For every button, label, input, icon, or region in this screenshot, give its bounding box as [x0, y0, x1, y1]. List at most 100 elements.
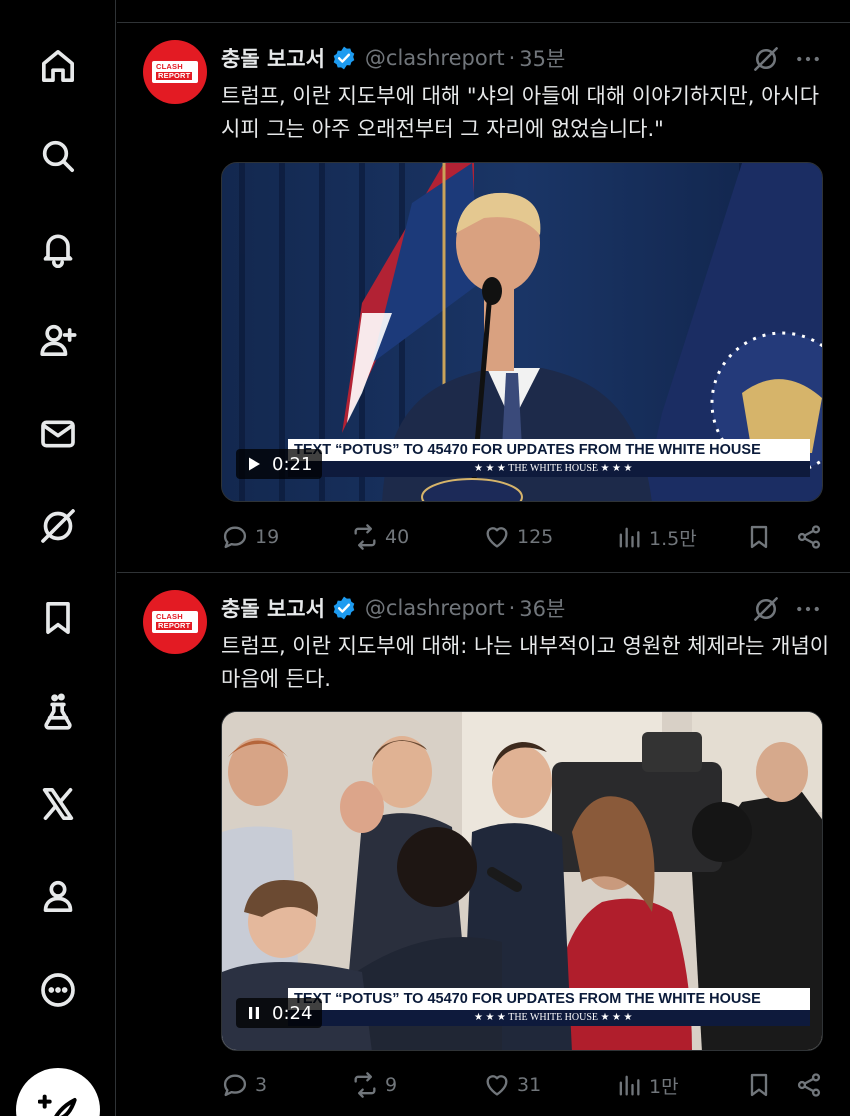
author-name[interactable]: 충돌 보고서	[221, 43, 325, 73]
more-options-button[interactable]	[793, 44, 823, 74]
repost-button[interactable]: 9	[351, 1070, 397, 1100]
like-button[interactable]: 125	[483, 522, 553, 552]
search-icon	[42, 140, 74, 173]
grok-icon	[754, 597, 778, 621]
video-controls[interactable]: 0:21	[236, 449, 323, 479]
views-button[interactable]: 1만	[615, 1070, 679, 1100]
tweet-header: 충돌 보고서 @clashreport · 36분	[221, 592, 565, 624]
bookmark-icon	[750, 525, 768, 549]
video-timestamp: 0:24	[272, 1002, 313, 1024]
nav-grok[interactable]	[34, 502, 82, 550]
views-chart-icon	[619, 527, 640, 548]
grok-button[interactable]	[751, 594, 781, 624]
tweet-actions: 19 40 125 1.5만	[221, 522, 827, 552]
video-lower-third: TEXT “POTUS” TO 45470 FOR UPDATES FROM T…	[288, 988, 810, 1026]
clash-report-logo: CLASH REPORT	[152, 61, 198, 83]
views-count: 1만	[649, 1075, 679, 1098]
video-timestamp: 0:21	[272, 453, 313, 475]
like-button[interactable]: 31	[483, 1070, 541, 1100]
ellipsis-icon	[797, 56, 819, 62]
tweet[interactable]: CLASH REPORT 충돌 보고서 @clashreport · 35분 트…	[117, 22, 850, 572]
like-count: 125	[517, 526, 554, 548]
video-lower-third: TEXT “POTUS” TO 45470 FOR UPDATES FROM T…	[288, 439, 810, 477]
like-count: 31	[517, 1074, 542, 1096]
bookmark-button[interactable]	[745, 1070, 773, 1100]
more-circle-icon	[41, 973, 75, 1007]
nav-messages[interactable]	[34, 410, 82, 458]
views-button[interactable]: 1.5만	[615, 522, 697, 552]
author-name[interactable]: 충돌 보고서	[221, 593, 325, 623]
nav-premium[interactable]	[34, 780, 82, 828]
nav-follow[interactable]	[34, 316, 82, 364]
video-player[interactable]: TEXT “POTUS” TO 45470 FOR UPDATES FROM T…	[221, 162, 823, 502]
grok-icon	[754, 47, 778, 71]
reply-count: 3	[255, 1074, 268, 1096]
share-button[interactable]	[795, 522, 823, 552]
mail-icon	[41, 420, 75, 448]
compose-button[interactable]	[16, 1068, 100, 1116]
timestamp[interactable]: 35분	[519, 43, 565, 73]
timestamp[interactable]: 36분	[519, 593, 565, 623]
video-banner-subtext: ★ ★ ★ THE WHITE HOUSE ★ ★ ★	[288, 1010, 810, 1026]
share-icon	[797, 525, 821, 549]
timeline: CLASH REPORT 충돌 보고서 @clashreport · 35분 트…	[117, 0, 850, 1116]
reply-count: 19	[255, 526, 280, 548]
heart-icon	[486, 527, 508, 548]
share-icon	[797, 1073, 821, 1097]
nav-bookmarks[interactable]	[34, 594, 82, 642]
play-icon[interactable]	[246, 456, 262, 472]
verified-badge-icon	[333, 46, 355, 70]
views-chart-icon	[619, 1075, 640, 1096]
tweet-text: 트럼프, 이란 지도부에 대해 "샤의 아들에 대해 이야기하지만, 아시다시피…	[221, 84, 820, 141]
video-controls[interactable]: 0:24	[236, 998, 323, 1028]
sidebar	[0, 0, 116, 1116]
separator-dot: ·	[508, 46, 516, 70]
reply-icon	[223, 1074, 247, 1097]
reply-icon	[223, 526, 247, 549]
nav-notifications[interactable]	[34, 224, 82, 272]
tweet-actions: 3 9 31 1만	[221, 1070, 827, 1100]
bookmark-icon	[750, 1073, 768, 1097]
author-handle[interactable]: @clashreport	[365, 596, 505, 620]
add-user-icon	[40, 324, 77, 356]
video-banner-subtext: ★ ★ ★ THE WHITE HOUSE ★ ★ ★	[288, 461, 810, 477]
nav-labs[interactable]	[34, 688, 82, 736]
x-logo-icon	[42, 788, 74, 820]
bookmark-button[interactable]	[745, 522, 773, 552]
repost-icon	[354, 524, 376, 550]
tweet[interactable]: CLASH REPORT 충돌 보고서 @clashreport · 36분 트…	[117, 572, 850, 1116]
author-handle[interactable]: @clashreport	[365, 46, 505, 70]
compose-feather-icon	[38, 1094, 77, 1116]
repost-count: 40	[385, 526, 410, 548]
share-button[interactable]	[795, 1070, 823, 1100]
flask-icon	[44, 693, 72, 730]
views-count: 1.5만	[649, 527, 697, 550]
person-icon	[43, 880, 73, 912]
nav-home[interactable]	[34, 42, 82, 90]
separator-dot: ·	[508, 596, 516, 620]
bell-icon	[43, 234, 73, 268]
grok-icon	[41, 509, 75, 543]
video-banner-text: TEXT “POTUS” TO 45470 FOR UPDATES FROM T…	[288, 988, 810, 1010]
repost-button[interactable]: 40	[351, 522, 409, 552]
pause-icon[interactable]	[246, 1005, 262, 1021]
grok-button[interactable]	[751, 44, 781, 74]
tweet-header: 충돌 보고서 @clashreport · 35분	[221, 42, 565, 74]
avatar[interactable]: CLASH REPORT	[143, 40, 207, 104]
verified-badge-icon	[333, 596, 355, 620]
avatar[interactable]: CLASH REPORT	[143, 590, 207, 654]
more-options-button[interactable]	[793, 594, 823, 624]
heart-icon	[486, 1075, 508, 1096]
repost-count: 9	[385, 1074, 398, 1096]
reply-button[interactable]: 3	[221, 1070, 267, 1100]
video-player[interactable]: TEXT “POTUS” TO 45470 FOR UPDATES FROM T…	[221, 711, 823, 1051]
reply-button[interactable]: 19	[221, 522, 279, 552]
nav-explore[interactable]	[34, 132, 82, 180]
repost-icon	[354, 1072, 376, 1098]
ellipsis-icon	[797, 606, 819, 612]
nav-more[interactable]	[34, 966, 82, 1014]
clash-report-logo: CLASH REPORT	[152, 611, 198, 633]
bookmark-icon	[46, 602, 70, 634]
nav-profile[interactable]	[34, 872, 82, 920]
tweet-text: 트럼프, 이란 지도부에 대해: 나는 내부적이고 영원한 체제라는 개념이 마…	[221, 634, 830, 691]
